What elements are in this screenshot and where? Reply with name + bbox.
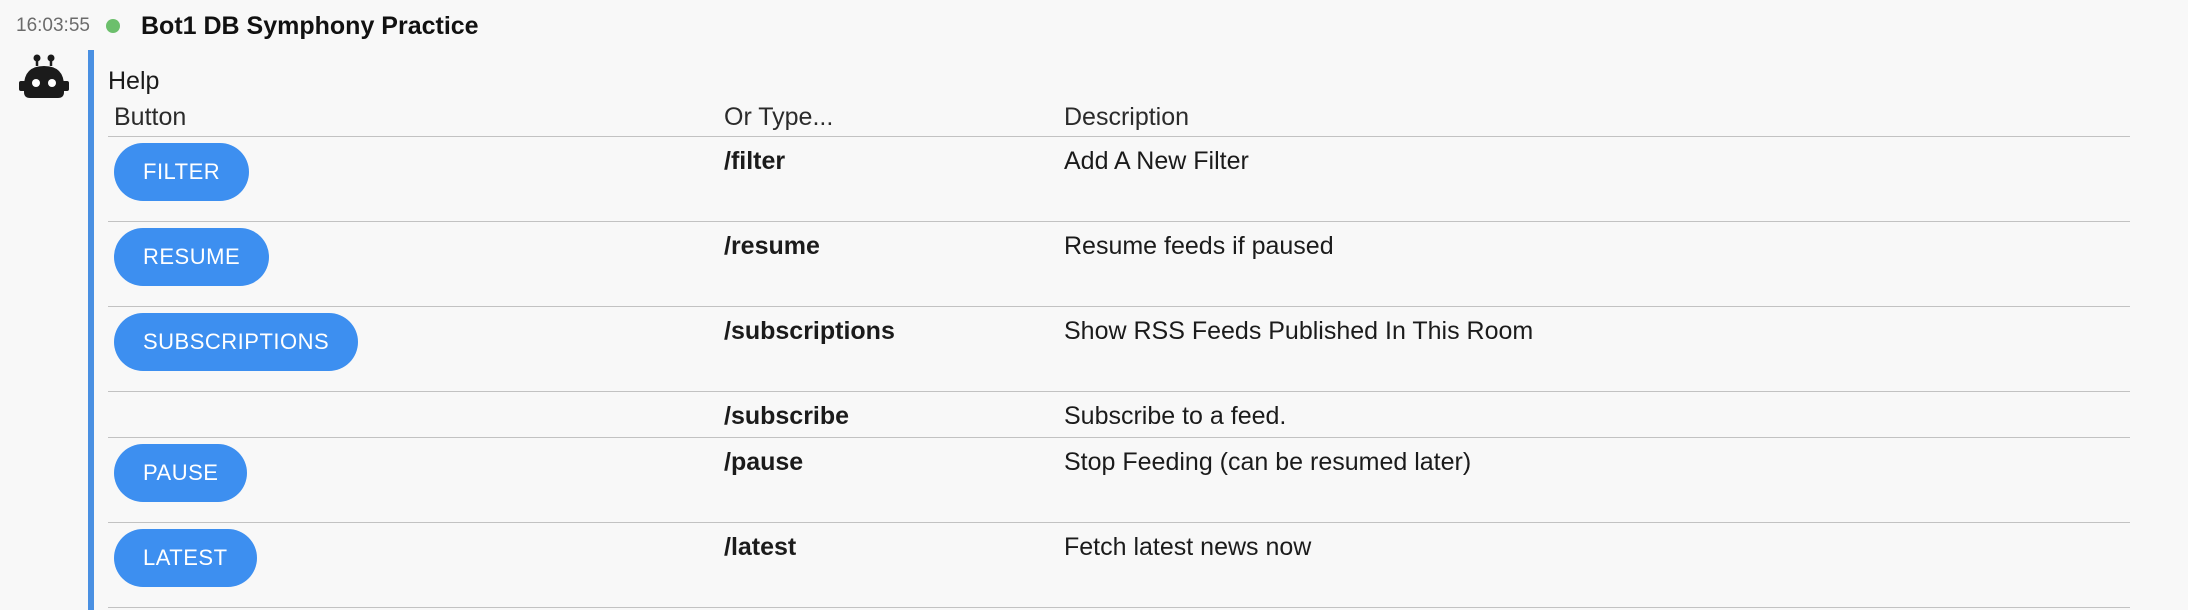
command-cell: /subscriptions (718, 306, 1058, 392)
button-cell: LATEST (108, 522, 718, 608)
column-header-description: Description (1058, 98, 2130, 137)
latest-button[interactable]: LATEST (114, 529, 257, 587)
button-cell: SUBSCRIPTIONS (108, 306, 718, 392)
table-row: /subscribe Subscribe to a feed. (108, 391, 2130, 438)
table-row: FILTER /filter Add A New Filter (108, 136, 2130, 222)
filter-button[interactable]: FILTER (114, 143, 250, 201)
pause-button[interactable]: PAUSE (114, 444, 248, 502)
table-header-row: Button Or Type... Description (108, 98, 2130, 137)
robot-icon[interactable] (18, 54, 70, 102)
help-table: Button Or Type... Description FILTER /fi… (108, 98, 2130, 608)
table-row: PAUSE /pause Stop Feeding (can be resume… (108, 437, 2130, 523)
presence-indicator (106, 19, 120, 33)
command-cell: /pause (718, 437, 1058, 523)
description-cell: Stop Feeding (can be resumed later) (1058, 437, 2130, 523)
help-title: Help (108, 67, 160, 95)
description-cell: Add A New Filter (1058, 136, 2130, 222)
description-cell: Show RSS Feeds Published In This Room (1058, 306, 2130, 392)
column-header-button: Button (108, 98, 718, 137)
description-cell: Fetch latest news now (1058, 522, 2130, 608)
description-cell: Subscribe to a feed. (1058, 391, 2130, 438)
table-row: LATEST /latest Fetch latest news now (108, 522, 2130, 608)
column-header-or-type: Or Type... (718, 98, 1058, 137)
command-cell: /resume (718, 221, 1058, 307)
sender-name[interactable]: Bot1 DB Symphony Practice (141, 12, 479, 41)
message-accent-bar (88, 50, 94, 610)
table-row: RESUME /resume Resume feeds if paused (108, 221, 2130, 307)
button-cell: RESUME (108, 221, 718, 307)
subscriptions-button[interactable]: SUBSCRIPTIONS (114, 313, 359, 371)
table-row: SUBSCRIPTIONS /subscriptions Show RSS Fe… (108, 306, 2130, 392)
button-cell (108, 391, 718, 438)
resume-button[interactable]: RESUME (114, 228, 270, 286)
button-cell: PAUSE (108, 437, 718, 523)
description-cell: Resume feeds if paused (1058, 221, 2130, 307)
command-cell: /subscribe (718, 391, 1058, 438)
help-card: Help Button Or Type... Description FILTE… (108, 64, 2132, 608)
command-cell: /latest (718, 522, 1058, 608)
command-cell: /filter (718, 136, 1058, 222)
button-cell: FILTER (108, 136, 718, 222)
message-timestamp: 16:03:55 (16, 15, 90, 36)
